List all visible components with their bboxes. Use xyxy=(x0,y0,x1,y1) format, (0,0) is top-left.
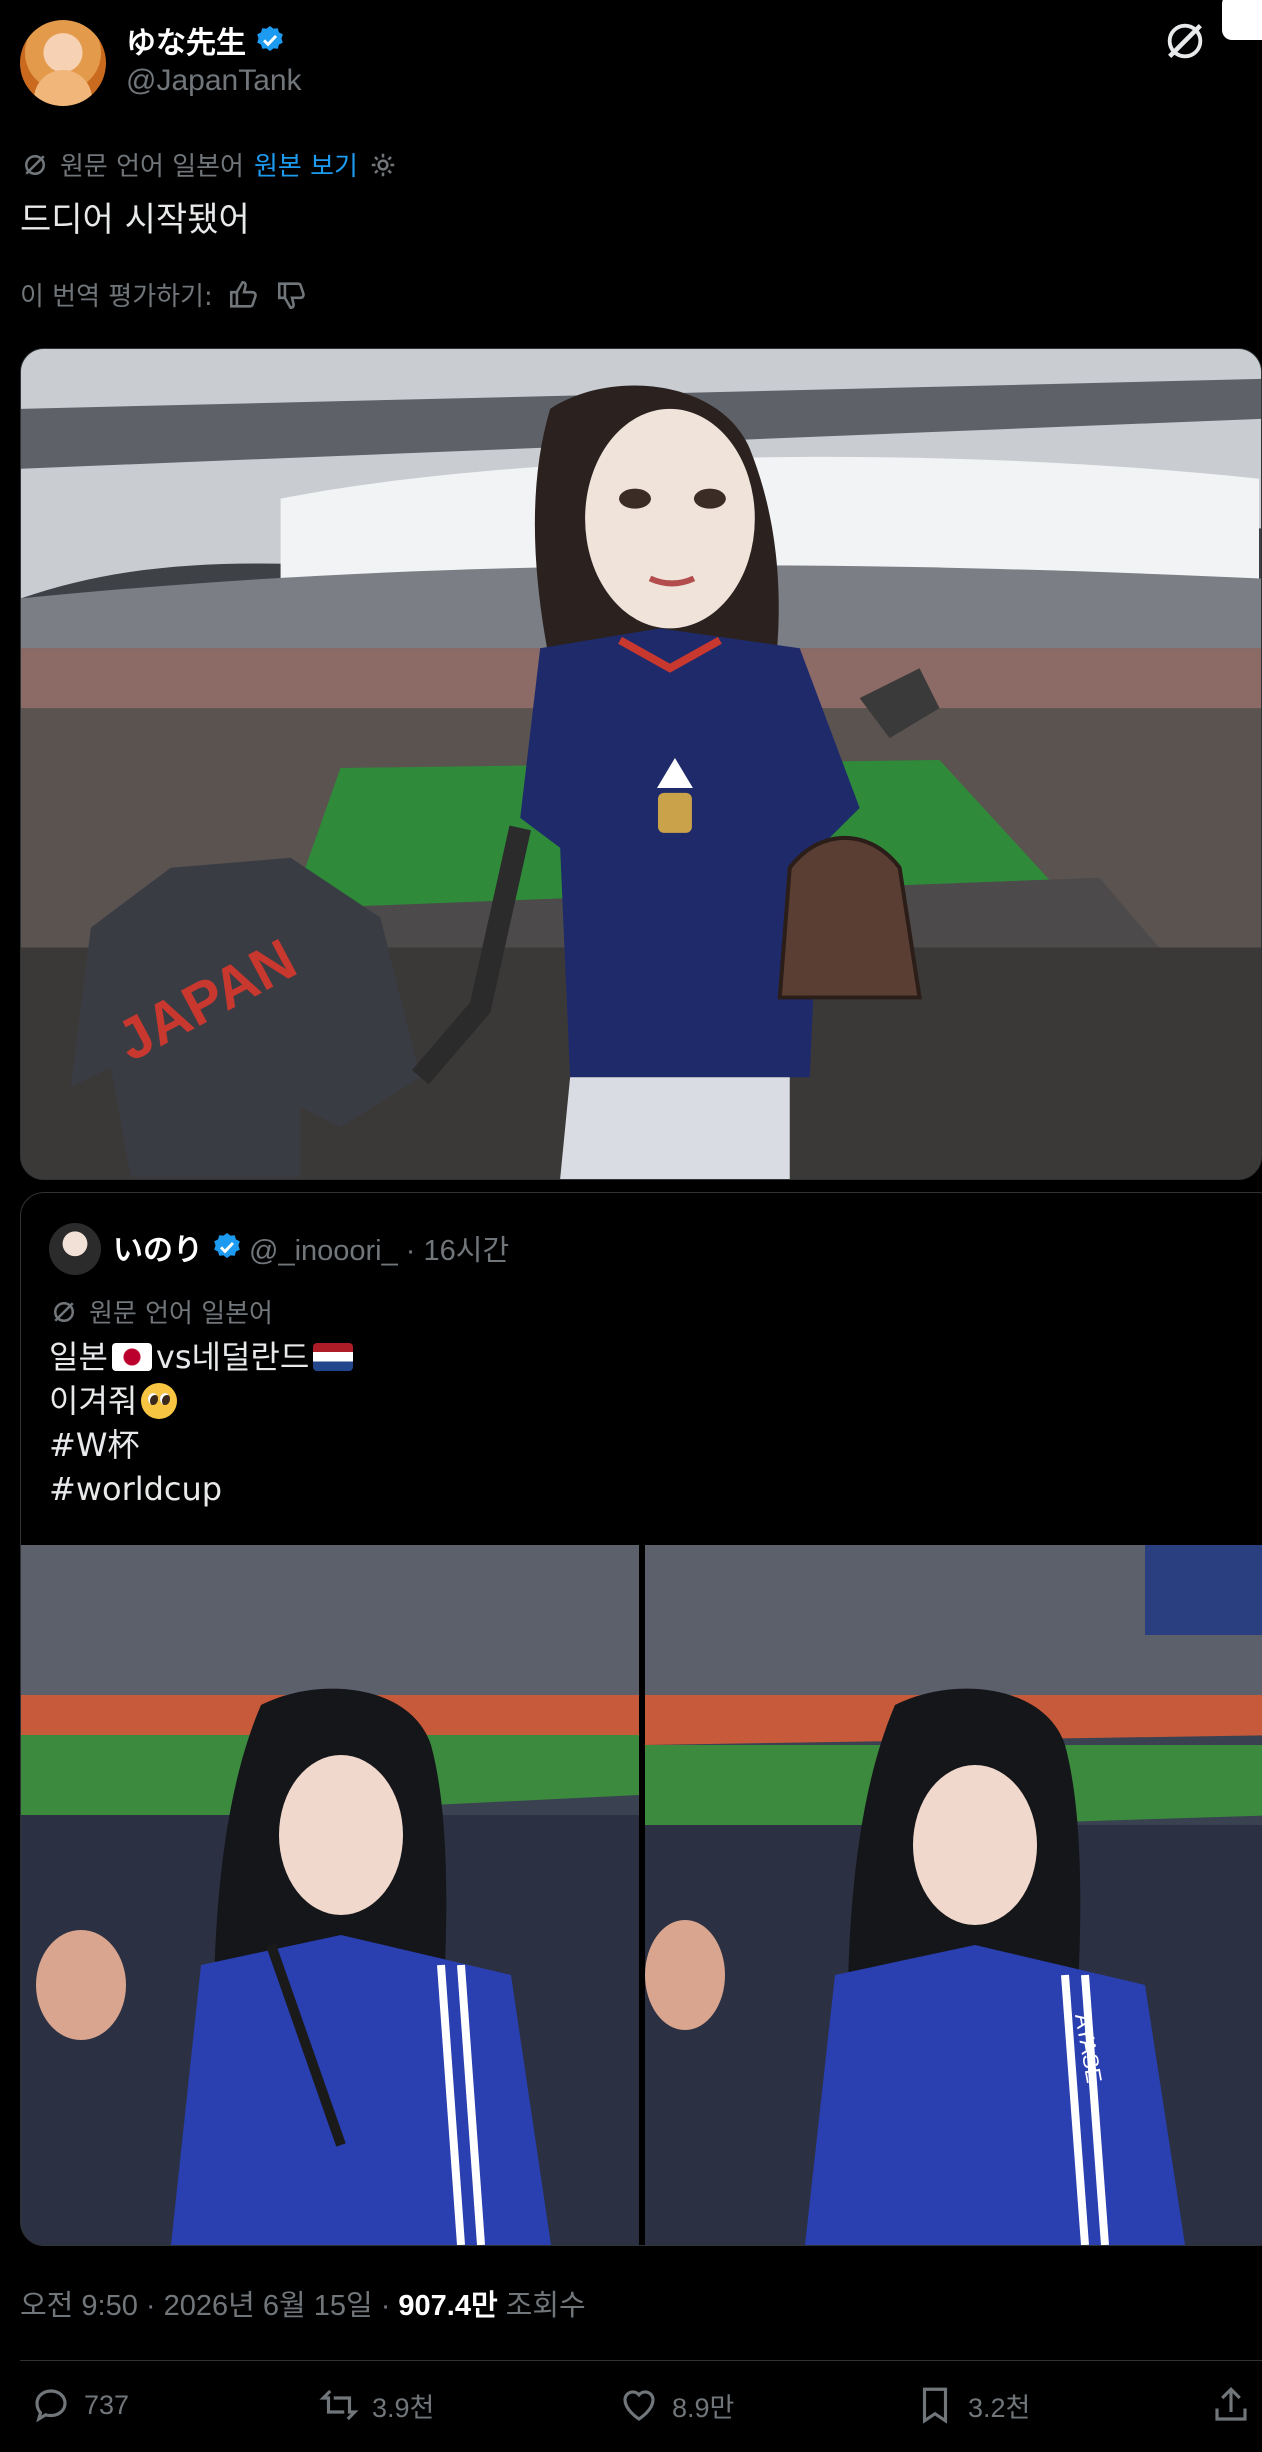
reply-icon xyxy=(35,2389,67,2423)
rate-translation-bar: 이 번역 평가하기: xyxy=(20,276,309,313)
translation-bar: 원문 언어 일본어 원본 보기 xyxy=(20,146,398,183)
quoted-line-1-part-a: 일본 xyxy=(49,1338,108,1376)
quoted-line-2-text: 이겨줘 xyxy=(49,1382,138,1420)
author-avatar[interactable] xyxy=(20,20,106,106)
bookmark-count: 3.2천 xyxy=(968,2392,1031,2423)
quoted-photo-2[interactable]: AYASE xyxy=(645,1545,1262,2245)
hashtag-worldcup[interactable]: #worldcup xyxy=(49,1467,353,1511)
thumbs-up-icon[interactable] xyxy=(227,278,261,312)
share-icon xyxy=(1215,2387,1247,2421)
like-button[interactable]: 8.9만 xyxy=(618,2384,734,2426)
bookmark-icon xyxy=(922,2387,948,2424)
reply-count: 737 xyxy=(84,2389,130,2420)
rate-translation-label: 이 번역 평가하기: xyxy=(20,282,213,312)
reply-button[interactable]: 737 xyxy=(30,2384,129,2426)
repost-count: 3.9천 xyxy=(372,2392,435,2423)
repost-button[interactable]: 3.9천 xyxy=(318,2384,434,2426)
tweet-meta: 오전 9:50 · 2026년 6월 15일 · 907.4만 조회수 xyxy=(20,2282,586,2324)
main-media-image[interactable]: JAPAN xyxy=(20,348,1262,1180)
quoted-translation-bar: 원문 언어 일본어 xyxy=(49,1293,273,1330)
author-display-name[interactable]: ゆな先生 xyxy=(126,18,286,62)
thumbs-down-icon[interactable] xyxy=(275,278,309,312)
views-count: 907.4만 xyxy=(398,2290,498,2322)
share-button[interactable] xyxy=(1210,2384,1252,2426)
netherlands-flag-icon xyxy=(313,1343,354,1371)
tweet-text: 드디어 시작됐어 xyxy=(20,200,250,240)
quoted-photo-1[interactable] xyxy=(21,1545,639,2245)
quoted-line-1-part-b: vs네덜란드 xyxy=(155,1338,310,1376)
repost-icon xyxy=(319,2389,359,2421)
author-name-text: ゆな先生 xyxy=(126,26,246,61)
gear-icon[interactable] xyxy=(368,150,398,180)
quoted-translation-label: 원문 언어 일본어 xyxy=(89,1299,273,1329)
corner-tab[interactable] xyxy=(1222,0,1262,40)
views-label: 조회수 xyxy=(505,2290,586,2322)
tweet-timestamp[interactable]: 오전 9:50 · 2026년 6월 15일 · xyxy=(20,2282,390,2324)
translation-source-label: 원문 언어 일본어 xyxy=(60,152,244,182)
translate-icon xyxy=(25,154,45,175)
translate-icon xyxy=(54,1301,74,1322)
quoted-line-2: 이겨줘 xyxy=(49,1379,353,1423)
pleading-face-icon xyxy=(141,1383,178,1419)
author-handle[interactable]: @JapanTank xyxy=(126,64,302,98)
quoted-tweet[interactable]: いのり @_inooori_ · 16시간 원문 언어 일본어 일본 vs네덜란… xyxy=(20,1192,1262,2246)
heart-icon xyxy=(623,2390,655,2421)
hashtag-wcup[interactable]: #W杯 xyxy=(49,1423,353,1467)
selfie-photo-1 xyxy=(21,1545,639,2245)
divider xyxy=(20,2360,1262,2361)
quoted-display-name[interactable]: いのり xyxy=(113,1225,243,1269)
quoted-author-avatar[interactable] xyxy=(49,1223,101,1275)
quoted-name-text: いのり xyxy=(113,1233,203,1268)
grok-icon[interactable] xyxy=(1162,18,1208,64)
japan-flag-icon xyxy=(111,1343,152,1371)
view-original-link[interactable]: 원본 보기 xyxy=(254,146,358,183)
quoted-tweet-text: 일본 vs네덜란드 이겨줘 #W杯 #worldcup xyxy=(49,1335,354,1511)
selfie-photo-2: AYASE xyxy=(645,1545,1262,2245)
stadium-illustration: JAPAN xyxy=(21,349,1261,1179)
verified-badge-icon xyxy=(257,26,283,52)
quoted-line-1: 일본 vs네덜란드 xyxy=(49,1335,354,1379)
quoted-handle-time[interactable]: @_inooori_ · 16시간 xyxy=(249,1227,509,1269)
action-bar: 737 3.9천 8.9만 3.2천 xyxy=(0,2384,1262,2444)
like-count: 8.9만 xyxy=(672,2392,735,2423)
verified-badge-icon xyxy=(214,1233,240,1259)
bookmark-button[interactable]: 3.2천 xyxy=(914,2384,1030,2426)
